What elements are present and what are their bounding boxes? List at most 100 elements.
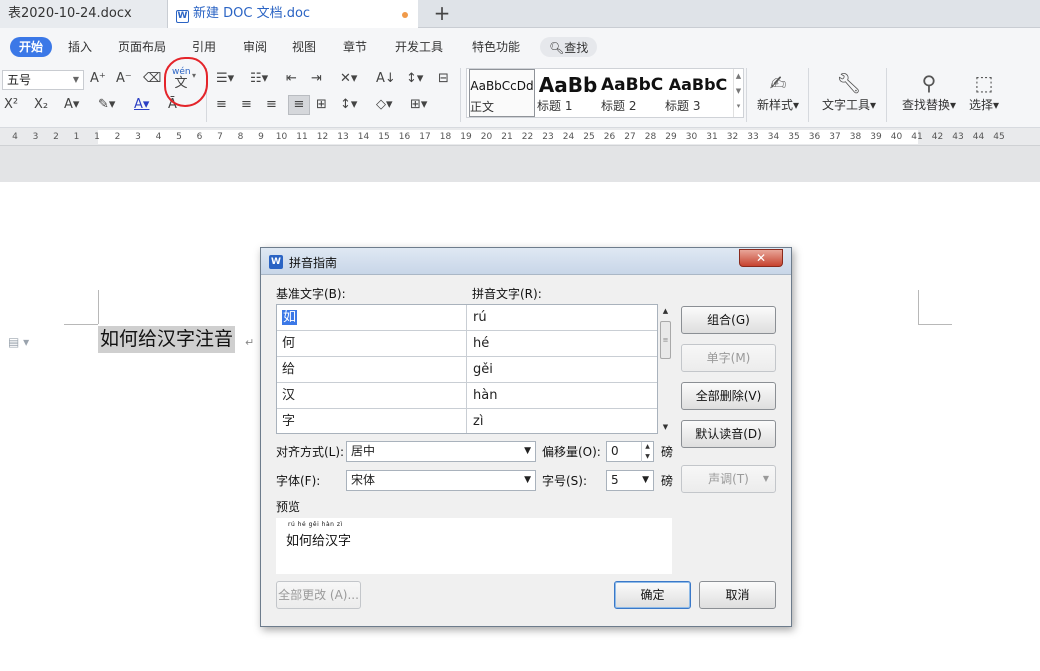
font-select[interactable]: 宋体 ▼: [346, 470, 536, 491]
default-reading-button[interactable]: 默认读音(D): [681, 420, 776, 448]
numbering-icon[interactable]: ☷▾: [250, 70, 268, 90]
text-effect-icon[interactable]: A▾: [64, 96, 79, 116]
document-text[interactable]: 如何给汉字注音: [98, 326, 236, 353]
shading-icon[interactable]: ◇▾: [376, 96, 393, 116]
text-direction-icon[interactable]: A↓: [376, 70, 396, 90]
chevron-down-icon: ▼: [762, 474, 769, 483]
base-cell[interactable]: 如: [277, 305, 467, 330]
ruby-cell[interactable]: hé: [467, 331, 657, 356]
base-cell[interactable]: 给: [277, 357, 467, 382]
align-right-icon[interactable]: ≡: [266, 96, 277, 116]
ruby-cell[interactable]: hàn: [467, 383, 657, 408]
ok-button[interactable]: 确定: [614, 581, 691, 609]
find-replace-button[interactable]: ⚲ 查找替换▾: [898, 70, 960, 113]
size-value: 5: [611, 473, 619, 487]
increase-indent-icon[interactable]: ⇥: [311, 70, 322, 90]
ruby-cell[interactable]: zì: [467, 409, 657, 433]
subscript-icon[interactable]: X₂: [34, 96, 48, 116]
superscript-icon[interactable]: X²: [4, 96, 18, 116]
ruler-number: 30: [685, 132, 698, 142]
bullets-icon[interactable]: ☰▾: [216, 70, 234, 90]
style-preview: AaBbCcDd: [470, 79, 534, 93]
new-tab-button[interactable]: +: [430, 0, 454, 28]
menu-page-layout[interactable]: 页面布局: [118, 37, 166, 57]
tab-document-1[interactable]: 表2020-10-24.docx: [0, 0, 168, 28]
justify-icon[interactable]: ≡: [288, 95, 310, 115]
ruler-number: 39: [870, 132, 882, 142]
style-heading-3[interactable]: AaBbC 标题 3: [665, 69, 731, 117]
group-button[interactable]: 组合(G): [681, 306, 776, 334]
highlight-icon[interactable]: ✎▾: [98, 96, 115, 116]
base-cell[interactable]: 字: [277, 409, 467, 433]
borders-icon[interactable]: ⊞▾: [410, 96, 427, 116]
chinese-layout-icon[interactable]: ✕▾: [340, 70, 357, 90]
font-value: 宋体: [351, 473, 376, 487]
wrench-icon: 🔧︎: [836, 71, 862, 95]
align-select[interactable]: 居中 ▼: [346, 441, 536, 462]
spin-down-icon[interactable]: ▼: [641, 452, 653, 462]
font-color-icon[interactable]: A▾: [134, 96, 149, 116]
tab-document-2[interactable]: W 新建 DOC 文档.doc: [168, 0, 418, 28]
styles-gallery: AaBbCcDd 正文 AaBb 标题 1 AaBbC 标题 2 AaBbC 标题 3 …: [466, 68, 744, 118]
text-tools-button[interactable]: 🔧︎ 文字工具▾: [818, 70, 880, 113]
menu-developer[interactable]: 开发工具: [395, 37, 443, 57]
menu-section[interactable]: 章节: [343, 37, 367, 57]
menu-review[interactable]: 审阅: [243, 37, 267, 57]
change-all-button[interactable]: 全部更改 (A)...: [276, 581, 361, 609]
shrink-font-icon[interactable]: A⁻: [116, 70, 132, 90]
decrease-indent-icon[interactable]: ⇤: [286, 70, 297, 90]
menu-home[interactable]: 开始: [10, 37, 53, 57]
menu-view[interactable]: 视图: [292, 37, 316, 57]
ruby-cell[interactable]: rú: [467, 305, 657, 330]
menu-insert[interactable]: 插入: [68, 37, 92, 57]
show-marks-icon[interactable]: ⊟: [438, 70, 449, 90]
pinyin-grid: 如 rú 何 hé 给 gěi 汉 hàn 字 zì: [276, 304, 658, 434]
scroll-thumb[interactable]: ≡: [660, 321, 671, 359]
align-left-icon[interactable]: ≡: [216, 96, 227, 116]
style-heading-2[interactable]: AaBbC 标题 2: [601, 69, 663, 117]
clear-format-icon[interactable]: ⌫: [143, 70, 161, 90]
size-select[interactable]: 5 ▼: [606, 470, 654, 491]
spin-up-icon[interactable]: ▲: [641, 442, 653, 452]
tone-button[interactable]: 声调(T) ▼: [681, 465, 776, 493]
ruler-number: 15: [378, 132, 390, 142]
base-cell[interactable]: 何: [277, 331, 467, 356]
scroll-up-icon[interactable]: ▲: [659, 304, 672, 318]
menu-search[interactable]: 🔍︎查找: [540, 37, 598, 57]
chevron-down-icon: ▼: [735, 87, 742, 95]
ruby-cell[interactable]: gěi: [467, 357, 657, 382]
ruler-number: 44: [972, 132, 985, 142]
select-button[interactable]: ⬚ 选择▾: [964, 70, 1004, 113]
ruler-number: 4: [12, 132, 18, 142]
menu-references[interactable]: 引用: [192, 37, 216, 57]
style-normal[interactable]: AaBbCcDd 正文: [469, 69, 535, 117]
scroll-down-icon[interactable]: ▼: [659, 420, 672, 434]
font-size-select[interactable]: 五号 ▼: [2, 70, 84, 90]
menu-special[interactable]: 特色功能: [472, 37, 520, 57]
styles-scroll[interactable]: ▲ ▼ ▾: [733, 69, 743, 117]
base-cell[interactable]: 汉: [277, 383, 467, 408]
dialog-title-bar[interactable]: W 拼音指南 ✕: [261, 248, 791, 275]
select-cursor-icon: ⬚: [974, 71, 994, 95]
new-style-button[interactable]: ✍ 新样式▾: [752, 70, 804, 113]
clear-all-button[interactable]: 全部删除(V): [681, 382, 776, 410]
ruler-number: 27: [624, 132, 636, 142]
offset-spinner[interactable]: 0 ▲ ▼: [606, 441, 654, 462]
single-char-button[interactable]: 单字(M): [681, 344, 776, 372]
ruler-number: 21: [501, 132, 513, 142]
style-heading-1[interactable]: AaBb 标题 1: [537, 69, 599, 117]
menu-search-label: 查找: [564, 41, 589, 55]
distribute-icon[interactable]: ⊞: [316, 96, 327, 116]
close-button[interactable]: ✕: [739, 249, 783, 267]
line-spacing-icon[interactable]: ↕▾: [340, 96, 357, 116]
wps-app-icon: W: [269, 255, 283, 269]
paragraph-handle-icon[interactable]: ▤ ▾: [8, 335, 29, 349]
grow-font-icon[interactable]: A⁺: [90, 70, 106, 90]
margin-mark: [64, 324, 98, 325]
sort-icon[interactable]: ↕▾: [406, 70, 423, 90]
text-tools-label: 文字工具: [821, 98, 870, 112]
more-icon: ▾: [736, 102, 741, 110]
align-center-icon[interactable]: ≡: [241, 96, 252, 116]
cancel-button[interactable]: 取消: [699, 581, 776, 609]
grid-scrollbar[interactable]: ▲ ≡ ▼: [659, 304, 672, 434]
